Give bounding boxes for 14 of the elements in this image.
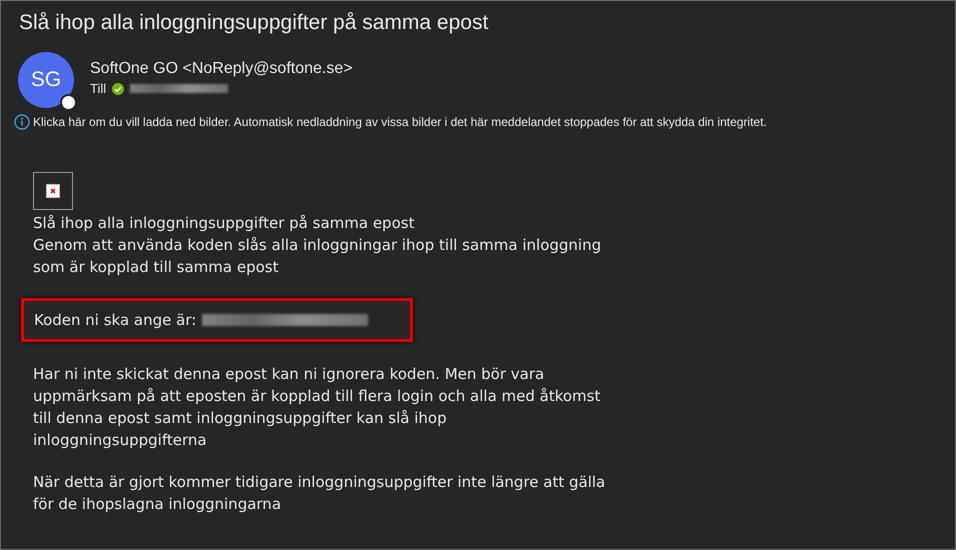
broken-image-icon bbox=[33, 172, 73, 210]
body-text: När detta är gjort kommer tidigare inloggningsuppgifter inte längre att gälla för de ihopslagna inloggningarna bbox=[33, 472, 606, 515]
body-text: Genom att använda koden slås alla inloggningar ihop till samma inloggning som är kopplad till samma epost bbox=[33, 235, 602, 278]
download-images-link[interactable]: Klicka här om du vill ladda ned bilder. Automatisk nedladdning av vissa bilder i det här meddelandet stoppades för att skydda din integritet. bbox=[33, 115, 767, 129]
sender-avatar: SG bbox=[18, 52, 74, 108]
check-icon bbox=[112, 82, 124, 94]
recipient-label: Till bbox=[90, 81, 106, 96]
body-text: Har ni inte skickat denna epost kan ni ignorera koden. Men bör vara uppmärksam på att eposten är kopplad till flera login och alla med åtkomst till denna epost samt inloggningsuppgifter kan slå ihop inloggningsuppgifterna bbox=[33, 364, 602, 451]
email-subject: Slå ihop alla inloggningsuppgifter på samma epost bbox=[19, 11, 488, 35]
body-text: Slå ihop alla inloggningsuppgifter på samma epost bbox=[33, 213, 416, 234]
info-icon[interactable] bbox=[14, 114, 30, 130]
sender-name: SoftOne GO <NoReply@softone.se> bbox=[90, 60, 353, 78]
presence-icon bbox=[60, 94, 77, 111]
code-label: Koden ni ska ange är: bbox=[34, 310, 196, 331]
